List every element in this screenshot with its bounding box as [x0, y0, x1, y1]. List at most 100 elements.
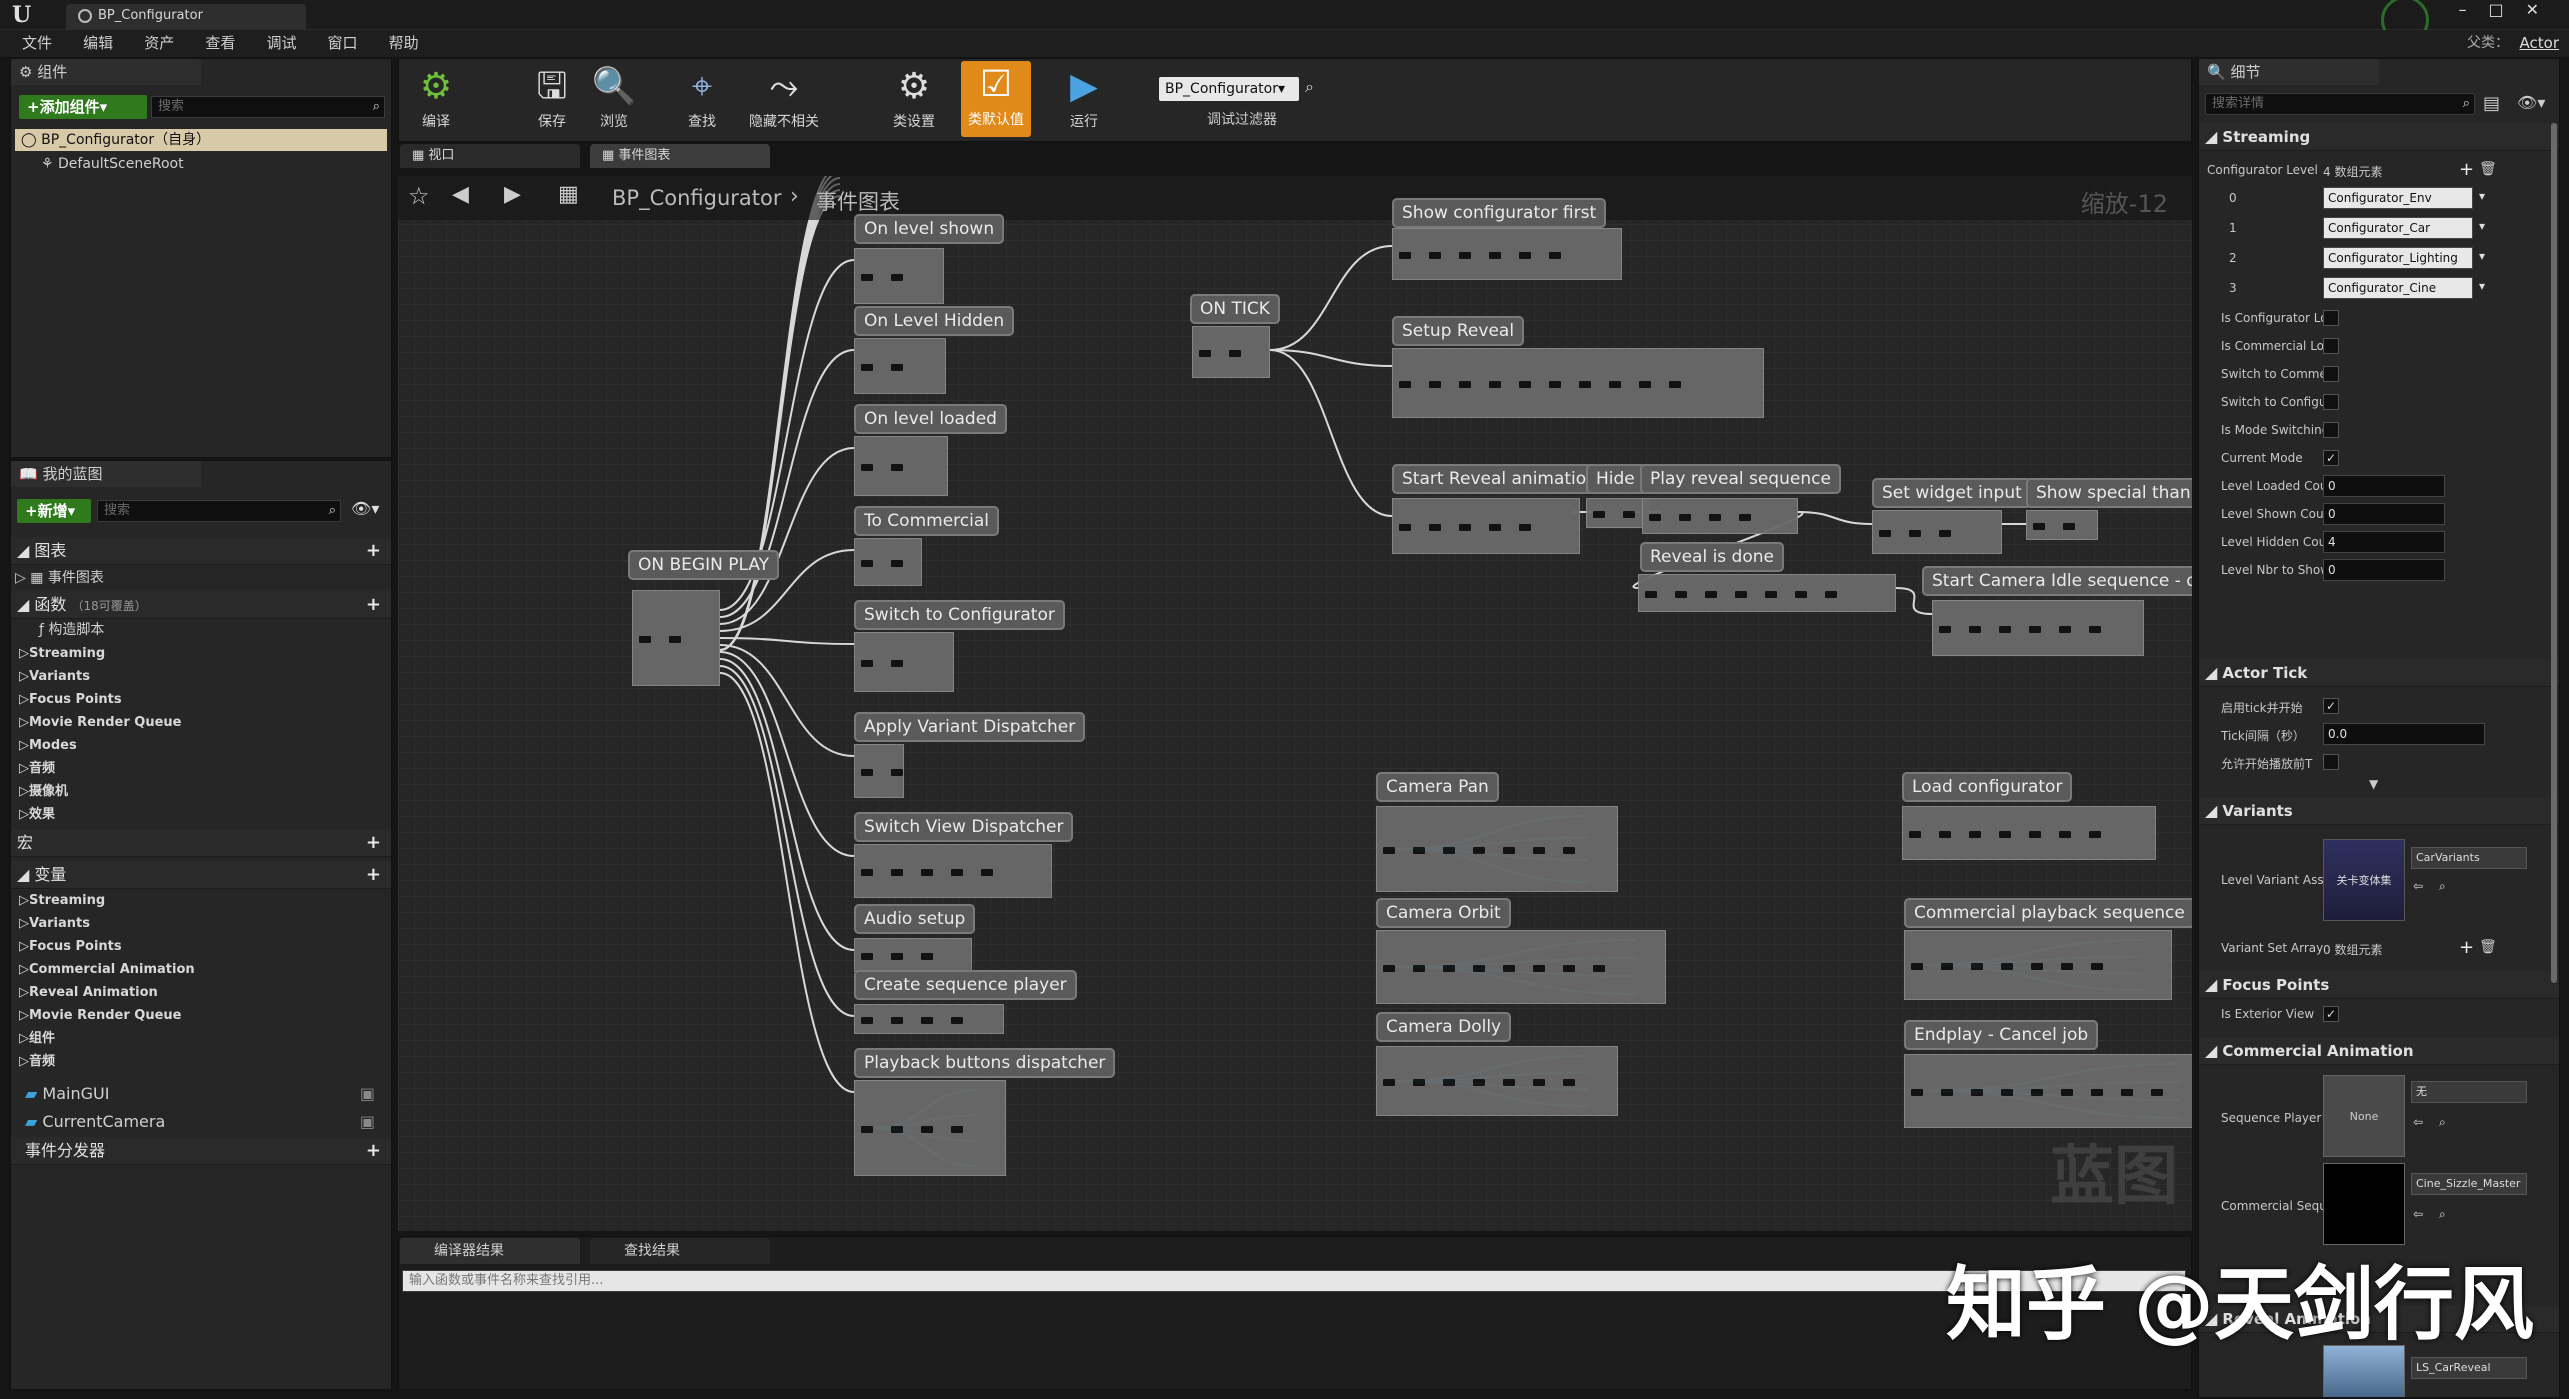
add-element-button[interactable]: +	[2459, 159, 2474, 180]
node-pin[interactable]	[1489, 252, 1501, 259]
compile-button[interactable]: ⚙ 编译	[401, 63, 471, 139]
construction-script-item[interactable]: ƒ 构造脚本	[39, 619, 104, 641]
node-pin[interactable]	[1563, 965, 1575, 972]
graph-node-body[interactable]	[854, 938, 972, 972]
graph-node-body[interactable]	[1586, 498, 1650, 528]
variable-category[interactable]: ▷Reveal Animation	[15, 981, 158, 1004]
node-pin[interactable]	[981, 869, 993, 876]
node-pin[interactable]	[1593, 965, 1605, 972]
save-button[interactable]: 🖫 保存	[517, 63, 587, 139]
level-variant-select[interactable]: CarVariants	[2411, 847, 2527, 869]
node-pin[interactable]	[1533, 847, 1545, 854]
node-pin[interactable]	[1939, 530, 1951, 537]
graph-node-body[interactable]	[1392, 348, 1764, 418]
node-pin[interactable]	[1679, 514, 1691, 521]
graph-node-title[interactable]: ON BEGIN PLAY	[628, 550, 780, 580]
details-eye-icon[interactable]: 👁▾	[2517, 93, 2545, 112]
node-pin[interactable]	[1399, 252, 1411, 259]
expand-advanced-icon[interactable]: ▼	[2369, 777, 2378, 791]
node-pin[interactable]	[2029, 626, 2041, 633]
node-pin[interactable]	[2089, 831, 2101, 838]
allow-before-play-checkbox[interactable]	[2323, 754, 2339, 770]
node-pin[interactable]	[861, 364, 873, 371]
dispatchers-section[interactable]: 事件分发器 +	[11, 1137, 391, 1165]
node-pin[interactable]	[891, 769, 903, 776]
streaming-number-input[interactable]: 0	[2323, 475, 2445, 497]
graph-node-body[interactable]	[2026, 510, 2098, 540]
streaming-number-input[interactable]: 0	[2323, 503, 2445, 525]
node-pin[interactable]	[1735, 591, 1747, 598]
graph-node-body[interactable]	[1376, 806, 1618, 892]
configurator-level-value[interactable]: Configurator_Env	[2323, 187, 2473, 209]
node-pin[interactable]	[1383, 847, 1395, 854]
focus-points-section[interactable]: ◢ Focus Points	[2199, 971, 2559, 999]
node-pin[interactable]	[1795, 591, 1807, 598]
graph-node-title[interactable]: Setup Reveal	[1392, 316, 1525, 346]
graph-node-body[interactable]	[632, 590, 720, 686]
event-graph-canvas[interactable]: ☆ ◀ ▶ ▦ BP_Configurator › 事件图表 缩放-12 On …	[398, 176, 2192, 1231]
blueprint-search-input[interactable]: 搜索 ⌕	[97, 500, 341, 522]
node-pin[interactable]	[891, 1017, 903, 1024]
node-pin[interactable]	[2059, 831, 2071, 838]
graph-node-body[interactable]	[1376, 1046, 1618, 1116]
node-pin[interactable]	[2001, 1089, 2013, 1096]
favorite-star-icon[interactable]: ☆	[408, 182, 430, 210]
details-scrollbar[interactable]	[2551, 123, 2557, 983]
node-pin[interactable]	[2121, 1089, 2133, 1096]
node-pin[interactable]	[2089, 626, 2101, 633]
node-pin[interactable]	[891, 869, 903, 876]
minimize-button[interactable]: –	[2458, 0, 2488, 19]
function-category[interactable]: ▷Variants	[15, 665, 90, 688]
node-pin[interactable]	[921, 953, 933, 960]
node-pin[interactable]	[1429, 524, 1441, 531]
configurator-level-value[interactable]: Configurator_Lighting	[2323, 247, 2473, 269]
graph-node-body[interactable]	[1872, 510, 2002, 554]
graph-node-title[interactable]: Endplay - Cancel job	[1904, 1020, 2099, 1050]
node-pin[interactable]	[1675, 591, 1687, 598]
node-pin[interactable]	[1579, 381, 1591, 388]
graph-node-body[interactable]	[1192, 326, 1270, 378]
node-pin[interactable]	[861, 869, 873, 876]
parent-class-link[interactable]: Actor	[2520, 30, 2559, 57]
node-pin[interactable]	[2001, 963, 2013, 970]
node-pin[interactable]	[1941, 1089, 1953, 1096]
menu-view[interactable]: 查看	[205, 30, 235, 57]
function-category[interactable]: ▷效果	[15, 803, 55, 826]
menu-edit[interactable]: 编辑	[83, 30, 113, 57]
node-pin[interactable]	[1399, 524, 1411, 531]
browse-asset-icon[interactable]: ⌕	[2439, 879, 2446, 894]
node-pin[interactable]	[1459, 252, 1471, 259]
node-pin[interactable]	[1563, 847, 1575, 854]
node-pin[interactable]	[2063, 523, 2075, 530]
graph-node-title[interactable]: Load configurator	[1902, 772, 2073, 802]
graph-node-title[interactable]: On level shown	[854, 214, 1005, 244]
chevron-down-icon[interactable]: ▾	[2479, 219, 2485, 233]
visibility-eye-icon[interactable]: 👁▾	[351, 499, 379, 518]
node-pin[interactable]	[861, 953, 873, 960]
document-tab[interactable]: BP_Configurator	[66, 4, 306, 30]
graph-node-title[interactable]: Show special thanks	[2026, 478, 2192, 508]
breadcrumb-root[interactable]: BP_Configurator	[612, 186, 781, 210]
function-category[interactable]: ▷Streaming	[15, 642, 105, 665]
graph-node-body[interactable]	[1904, 1054, 2192, 1128]
play-button[interactable]: ▶ 运行	[1049, 63, 1119, 139]
graph-node-body[interactable]	[854, 744, 904, 798]
streaming-number-input[interactable]: 4	[2323, 531, 2445, 553]
add-variant-set-button[interactable]: +	[2459, 937, 2474, 958]
graph-node-body[interactable]	[854, 632, 954, 692]
node-pin[interactable]	[1911, 1089, 1923, 1096]
node-pin[interactable]	[1519, 252, 1531, 259]
node-pin[interactable]	[1473, 965, 1485, 972]
node-pin[interactable]	[1999, 626, 2011, 633]
variable-category[interactable]: ▷Commercial Animation	[15, 958, 195, 981]
tab-viewport[interactable]: ▦ 视口	[400, 144, 580, 168]
graph-node-body[interactable]	[854, 1004, 1004, 1034]
graph-node-body[interactable]	[1376, 930, 1666, 1004]
node-pin[interactable]	[1413, 965, 1425, 972]
graph-node-title[interactable]: Switch View Dispatcher	[854, 812, 1074, 842]
graph-node-title[interactable]: Play reveal sequence	[1640, 464, 1841, 494]
actor-tick-section[interactable]: ◢ Actor Tick	[2199, 659, 2559, 687]
browse-asset-icon[interactable]: ⌕	[2439, 1207, 2446, 1222]
eye-closed-icon[interactable]: ▣	[360, 1111, 375, 1133]
graph-node-title[interactable]: Reveal is done	[1640, 542, 1784, 572]
